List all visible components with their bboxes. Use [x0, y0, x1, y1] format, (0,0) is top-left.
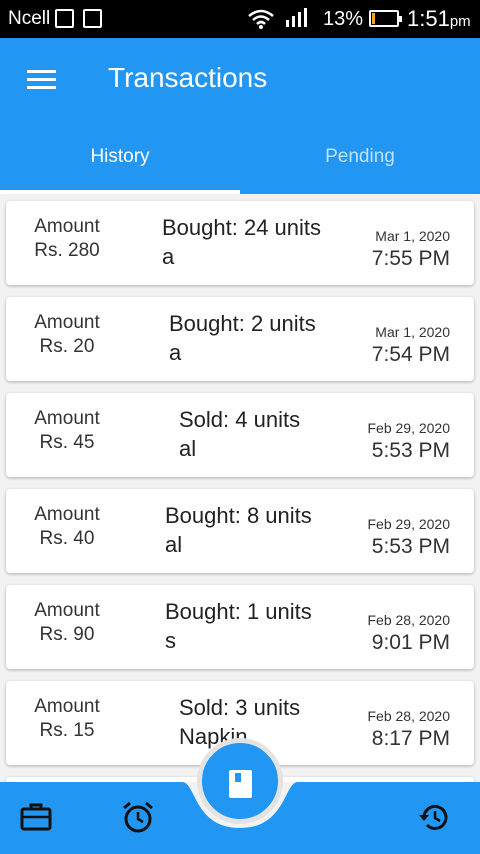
sim-map-icon: [55, 9, 74, 28]
menu-icon[interactable]: [27, 70, 56, 90]
status-bar: Ncell 13% 1:51pm: [0, 0, 480, 38]
battery-percent: 13%: [323, 8, 364, 30]
amount-value: Rs. 280: [34, 240, 100, 261]
transaction-card[interactable]: Amount Rs. 40 Bought: 8 units al Feb 29, 2…: [6, 489, 474, 573]
description-line1: Bought: 8 units: [165, 503, 312, 528]
transaction-description: Bought: 8 units al: [165, 501, 312, 559]
battery-level-fill: [372, 13, 375, 24]
amount-value: Rs. 15: [39, 720, 95, 741]
amount: Amount Rs. 15: [6, 695, 128, 743]
amount-value: Rs. 40: [39, 528, 95, 549]
description-line2: a: [162, 244, 175, 269]
amount: Amount Rs. 20: [6, 311, 128, 359]
briefcase-icon[interactable]: [19, 800, 53, 834]
clock-suffix: pm: [449, 13, 471, 30]
transaction-date: Feb 29, 2020: [367, 516, 450, 532]
wifi-icon: [248, 9, 274, 29]
clock: 1:51pm: [407, 6, 471, 32]
transaction-description: Sold: 4 units al: [179, 405, 300, 463]
transaction-date: Feb 28, 2020: [367, 612, 450, 628]
amount-label: Amount: [34, 504, 100, 525]
description-line1: Bought: 2 units: [169, 311, 316, 336]
amount: Amount Rs. 40: [6, 503, 128, 551]
app-bar: Transactions History Pending: [0, 38, 480, 194]
description-line1: Sold: 4 units: [179, 407, 301, 432]
fab-button[interactable]: [197, 738, 283, 824]
clock-time: 1:51: [407, 6, 450, 31]
transaction-card[interactable]: Amount Rs. 280 Bought: 24 units a Mar 1, 2…: [6, 201, 474, 285]
transaction-date: Mar 1, 2020: [375, 324, 450, 340]
amount-label: Amount: [34, 600, 100, 621]
description-line1: Bought: 24 units: [162, 215, 322, 240]
transaction-description: Bought: 2 units a: [169, 309, 316, 367]
description-line1: Bought: 1 units: [165, 599, 312, 624]
description-line2: al: [165, 532, 183, 557]
battery-icon: [369, 10, 402, 27]
amount-value: Rs. 45: [39, 432, 95, 453]
transaction-time: 5:53 PM: [371, 535, 450, 558]
tab-history[interactable]: History: [0, 138, 240, 194]
amount-label: Amount: [34, 216, 100, 237]
transaction-date: Feb 28, 2020: [367, 708, 450, 724]
amount-label: Amount: [34, 312, 100, 333]
transaction-time: 5:53 PM: [371, 439, 450, 462]
carrier-name: Ncell: [8, 8, 51, 29]
amount-value: Rs. 20: [39, 336, 95, 357]
transaction-date: Mar 1, 2020: [375, 228, 450, 244]
transaction-description: Bought: 24 units a: [162, 213, 321, 271]
page-title: Transactions: [108, 62, 268, 93]
amount: Amount Rs. 280: [6, 215, 128, 263]
transaction-card[interactable]: Amount Rs. 90 Bought: 1 units s Feb 28, 20…: [6, 585, 474, 669]
history-icon[interactable]: [417, 800, 451, 834]
amount-label: Amount: [34, 408, 100, 429]
transaction-card[interactable]: Amount Rs. 45 Sold: 4 units al Feb 29, 202…: [6, 393, 474, 477]
amount-value: Rs. 90: [39, 624, 95, 645]
transaction-time: 8:17 PM: [371, 727, 450, 750]
tab-pending[interactable]: Pending: [240, 138, 480, 194]
amount: Amount Rs. 45: [6, 407, 128, 455]
transaction-date: Feb 29, 2020: [367, 420, 450, 436]
amount-label: Amount: [34, 696, 100, 717]
alarm-clock-icon[interactable]: [121, 800, 155, 834]
description-line2: s: [165, 628, 176, 653]
transaction-description: Bought: 1 units s: [165, 597, 312, 655]
transaction-time: 7:55 PM: [371, 247, 450, 270]
image-icon: [83, 9, 102, 28]
transaction-time: 9:01 PM: [371, 631, 450, 654]
book-icon: [229, 770, 252, 798]
description-line1: Sold: 3 units: [179, 695, 301, 720]
transaction-card[interactable]: Amount Rs. 20 Bought: 2 units a Mar 1, 202…: [6, 297, 474, 381]
description-line2: a: [169, 340, 182, 365]
signal-icon: [286, 8, 307, 27]
transaction-time: 7:54 PM: [371, 343, 450, 366]
description-line2: al: [179, 436, 197, 461]
transaction-list[interactable]: Amount Rs. 280 Bought: 24 units a Mar 1, 2…: [0, 194, 480, 782]
amount: Amount Rs. 90: [6, 599, 128, 647]
